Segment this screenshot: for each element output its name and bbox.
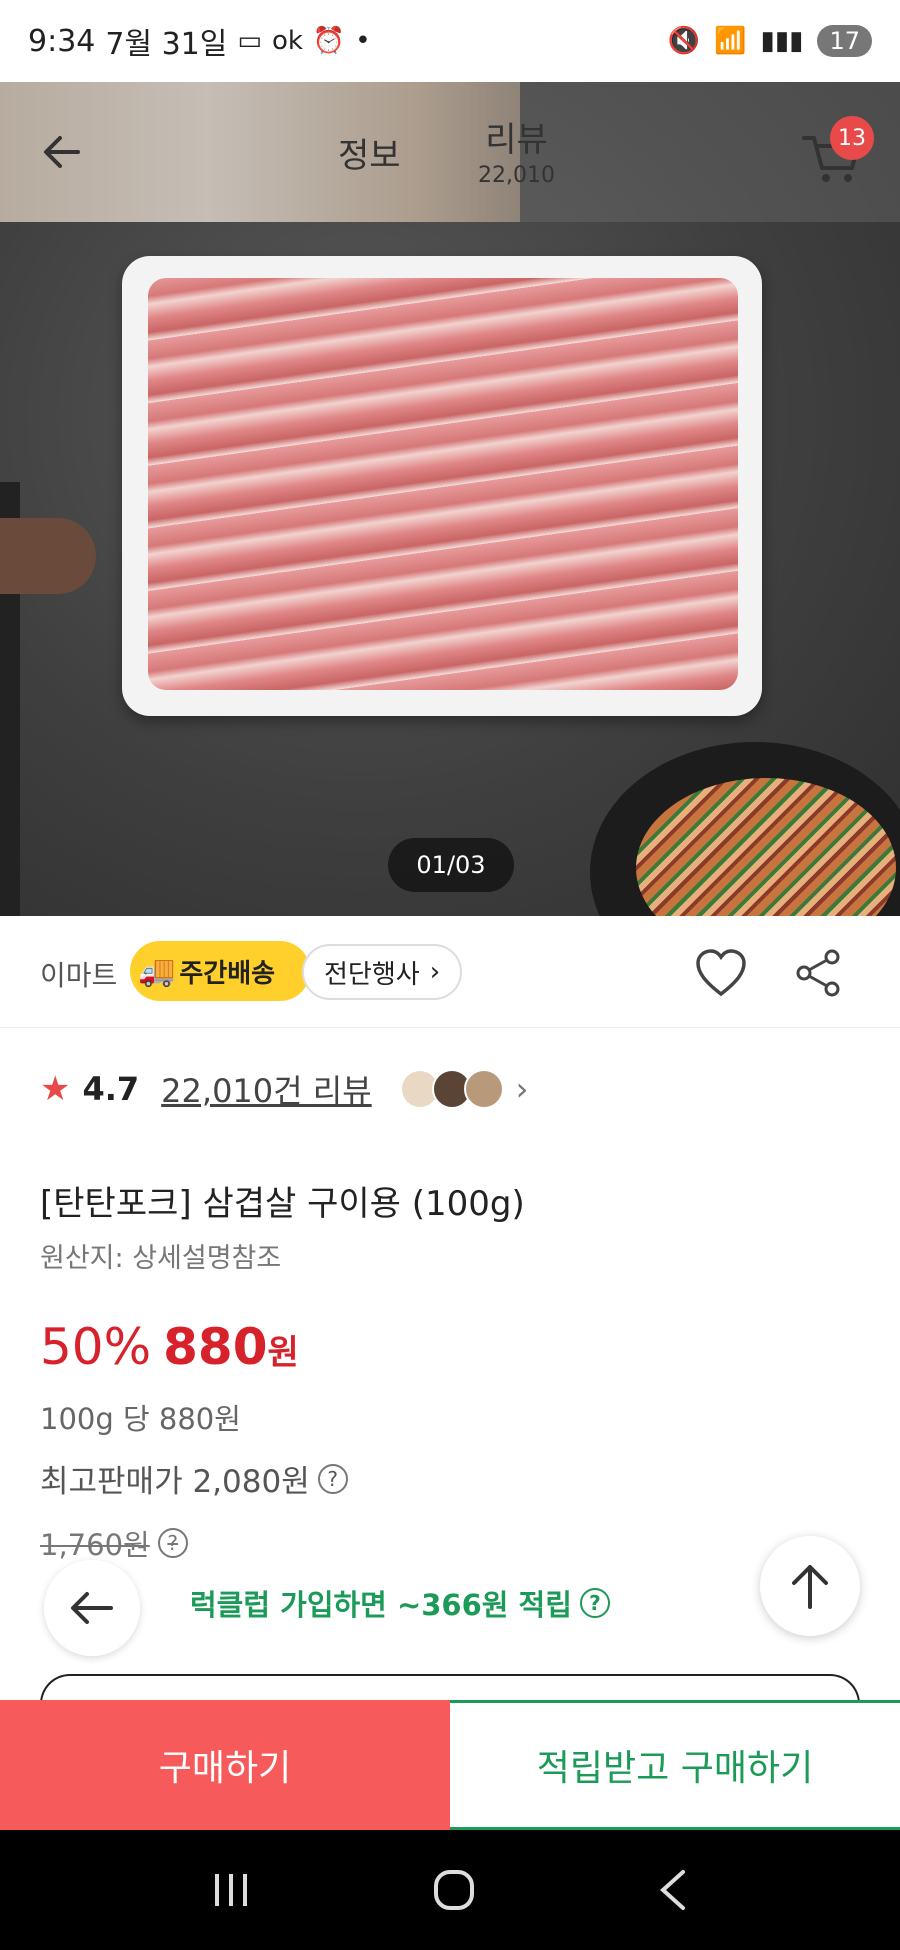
review-thumbnails (399, 1069, 504, 1109)
tab-info[interactable]: 정보 (338, 128, 401, 177)
signal-icon: ▮▮▮ (760, 26, 804, 56)
unit-price: 100g 당 880원 (40, 1402, 241, 1436)
buy-with-reward-button[interactable]: 적립받고 구매하기 (450, 1700, 900, 1830)
rating-score: 4.7 (82, 1070, 140, 1108)
review-tab-count: 22,010 (478, 163, 555, 188)
product-origin: 원산지: 상세설명참조 (40, 1243, 282, 1274)
share-icon[interactable] (792, 948, 846, 998)
truck-icon: 🚚 (138, 953, 176, 989)
flyer-event-link[interactable]: 전단행사 › (302, 944, 463, 1000)
chopstick-rest-image (0, 518, 96, 594)
bottom-action-bar: 구매하기 적립받고 구매하기 (0, 1700, 900, 1830)
pork-belly-image (148, 278, 738, 690)
buy-button[interactable]: 구매하기 (0, 1700, 450, 1830)
battery-indicator: 17 (817, 25, 872, 57)
alarm-icon: ⏰ (312, 26, 346, 56)
sale-price: 880 (163, 1318, 268, 1376)
dot-icon: • (355, 26, 371, 56)
currency: 원 (267, 1333, 299, 1373)
rating-row[interactable]: ★ 4.7 22,010건 리뷰 › (40, 1066, 528, 1112)
review-thumb (463, 1069, 504, 1109)
price-row: 50% 880원 (40, 1318, 299, 1376)
product-gallery[interactable]: 정보 리뷰 22,010 13 01/03 (0, 82, 900, 916)
max-price: 최고판매가 2,080원 ? (40, 1456, 348, 1501)
arrow-up-icon (792, 1565, 828, 1609)
weekly-delivery-badge: 🚚 주간배송 (130, 941, 310, 1001)
star-icon: ★ (40, 1069, 71, 1109)
system-nav-bar (0, 1830, 900, 1950)
recent-apps-icon[interactable] (209, 1870, 253, 1910)
chevron-right-icon: › (429, 957, 441, 987)
back-arrow-icon (71, 1592, 113, 1624)
back-icon[interactable] (655, 1868, 691, 1912)
top-nav-bar: 정보 리뷰 22,010 13 (0, 82, 900, 222)
floating-back-button[interactable] (44, 1560, 140, 1656)
help-icon[interactable]: ? (157, 1528, 188, 1558)
scroll-to-top-button[interactable] (760, 1536, 860, 1636)
back-arrow-icon[interactable] (38, 122, 98, 182)
home-icon[interactable] (430, 1866, 478, 1914)
help-icon[interactable]: ? (579, 1588, 610, 1618)
help-icon[interactable]: ? (317, 1463, 348, 1494)
tab-review[interactable]: 리뷰 22,010 (478, 112, 555, 188)
status-date: 7월 31일 (105, 27, 228, 62)
ok-badge-icon: ok (271, 26, 303, 56)
heart-icon[interactable] (694, 948, 748, 998)
wifi-icon: 📶 (714, 26, 747, 56)
original-price: 1,760원 ? (40, 1522, 188, 1564)
seller-name[interactable]: 이마트 (40, 954, 117, 994)
status-time: 9:34 (28, 23, 96, 59)
review-count-link[interactable]: 22,010건 리뷰 (161, 1066, 371, 1112)
status-bar: 9:34 7월 31일 ▭ ok ⏰ • 🔇 📶 ▮▮▮ 17 (0, 0, 900, 82)
gallery-pager: 01/03 (388, 838, 514, 892)
discount-rate: 50% (40, 1318, 152, 1376)
chevron-right-icon: › (515, 1070, 529, 1108)
cart-count-badge: 13 (830, 116, 874, 160)
nb-badge-icon: ▭ (237, 26, 262, 56)
product-title: [탄탄포크] 삼겹살 구이용 (100g) (40, 1184, 525, 1224)
seller-row: 이마트 🚚 주간배송 전단행사 › (0, 916, 900, 1028)
mute-icon: 🔇 (667, 26, 701, 56)
